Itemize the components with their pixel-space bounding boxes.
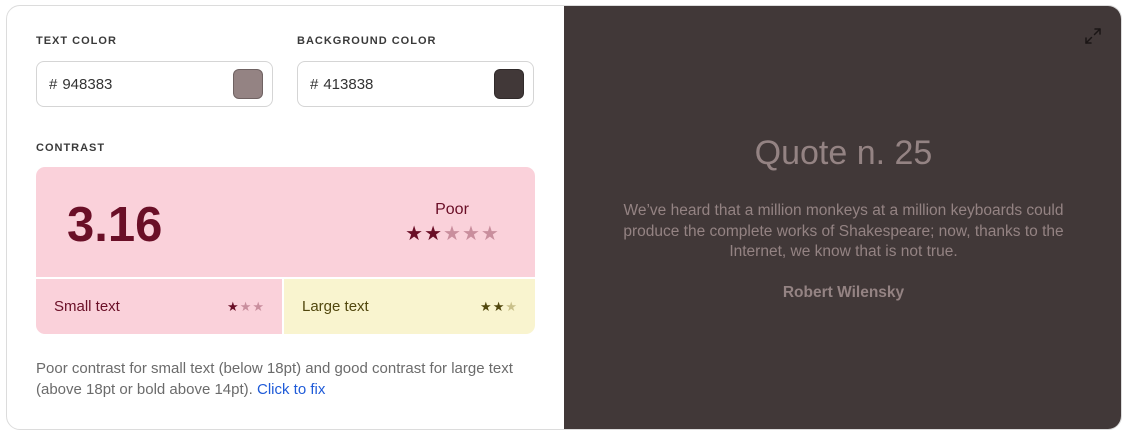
contrast-description: Poor contrast for small text (below 18pt… <box>36 358 536 400</box>
large-text-rating: Large text ★ ★ ★ <box>284 279 535 334</box>
contrast-checker-card: TEXT COLOR # BACKGROUND COLOR # CONTRAST… <box>6 5 1122 430</box>
expand-icon[interactable] <box>1083 26 1103 46</box>
small-text-label: Small text <box>54 298 120 315</box>
quote-title: Quote n. 25 <box>754 134 933 172</box>
background-color-field[interactable]: # <box>297 61 534 107</box>
background-color-swatch[interactable] <box>494 69 524 99</box>
background-color-input[interactable] <box>323 75 464 93</box>
text-color-label: TEXT COLOR <box>36 35 117 47</box>
small-text-star-icon: ★ <box>239 298 252 314</box>
small-text-rating: Small text ★ ★ ★ <box>36 279 282 334</box>
contrast-label: CONTRAST <box>36 142 106 154</box>
small-text-stars: ★ ★ ★ <box>227 298 264 314</box>
rating-star-icon: ★ <box>443 223 461 245</box>
text-color-input[interactable] <box>62 75 203 93</box>
text-color-hash: # <box>49 75 58 93</box>
large-text-star-icon: ★ <box>505 298 517 314</box>
background-color-hash: # <box>310 75 319 93</box>
quote-text: We’ve heard that a million monkeys at a … <box>623 202 1064 260</box>
large-text-label: Large text <box>302 298 369 315</box>
contrast-rating-label: Poor <box>435 201 469 218</box>
large-text-star-icon: ★ <box>480 298 492 314</box>
contrast-ratio: 3.16 <box>67 198 163 252</box>
contrast-rating: Poor ★ ★ ★ ★ ★ <box>397 201 507 245</box>
small-text-star-icon: ★ <box>227 298 239 314</box>
preview-panel: Quote n. 25 We’ve heard that a million m… <box>564 6 1121 429</box>
click-to-fix-link[interactable]: Click to fix <box>257 381 325 398</box>
rating-star-icon: ★ <box>424 223 443 245</box>
quote-author: Robert Wilensky <box>782 284 905 301</box>
rating-star-icon: ★ <box>405 223 424 245</box>
background-color-label: BACKGROUND COLOR <box>297 35 437 47</box>
contrast-score-box: 3.16 Poor ★ ★ ★ ★ ★ <box>36 167 535 277</box>
rating-star-icon: ★ <box>461 223 480 245</box>
contrast-rating-stars: ★ ★ ★ ★ ★ <box>397 223 507 245</box>
small-text-star-icon: ★ <box>252 298 264 314</box>
controls-panel: TEXT COLOR # BACKGROUND COLOR # CONTRAST… <box>7 6 564 429</box>
rating-star-icon: ★ <box>480 223 499 245</box>
large-text-stars: ★ ★ ★ <box>480 298 517 314</box>
text-color-swatch[interactable] <box>233 69 263 99</box>
text-color-field[interactable]: # <box>36 61 273 107</box>
large-text-star-icon: ★ <box>492 298 505 314</box>
